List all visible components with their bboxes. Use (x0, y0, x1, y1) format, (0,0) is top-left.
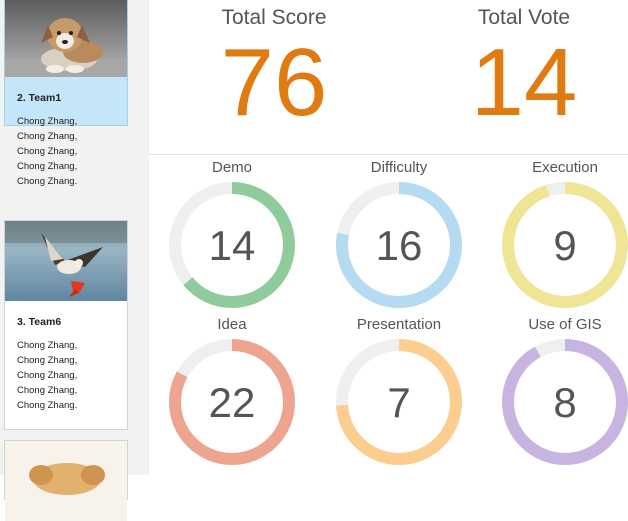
team-card[interactable] (4, 440, 128, 521)
gauge-value: 9 (553, 222, 576, 269)
team-members: Chong Zhang, Chong Zhang, Chong Zhang, C… (17, 114, 127, 189)
team-member: Chong Zhang. (17, 176, 78, 187)
team-member: Chong Zhang. (17, 400, 78, 411)
total-vote: Total Vote 14 (424, 5, 624, 131)
team-member: Chong Zhang, (17, 131, 78, 142)
gauge-ring: 22 (169, 339, 295, 465)
team-name: 2. Team1 (17, 92, 62, 104)
gauge-ring: 9 (502, 182, 628, 308)
total-vote-value: 14 (470, 29, 578, 136)
total-score-label: Total Score (221, 6, 327, 29)
team-photo-osprey (5, 221, 127, 301)
total-vote-label: Total Vote (477, 6, 571, 29)
total-score: Total Score 76 (174, 5, 374, 131)
team-card[interactable]: 2. Team1 Chong Zhang, Chong Zhang, Chong… (4, 0, 128, 187)
gauge-label: Difficulty (370, 159, 428, 176)
gauge-use-of-gis: Use of GIS 8 (495, 316, 628, 467)
gauge-value: 7 (387, 379, 410, 426)
gauge-label: Idea (217, 316, 247, 333)
team-member: Chong Zhang, (17, 355, 78, 366)
team-member: Chong Zhang, (17, 385, 78, 396)
team-member: Chong Zhang, (17, 161, 78, 172)
team-sidebar: 2. Team1 Chong Zhang, Chong Zhang, Chong… (0, 0, 149, 521)
gauge-value: 8 (553, 379, 576, 426)
gauge-ring: 14 (169, 182, 295, 308)
gauge-label: Presentation (356, 316, 442, 333)
team-members: Chong Zhang, Chong Zhang, Chong Zhang, C… (17, 338, 127, 413)
team-member: Chong Zhang, (17, 340, 78, 351)
team-member: Chong Zhang, (17, 116, 78, 127)
team-name: 3. Team6 (17, 316, 62, 328)
gauge-label: Execution (532, 159, 598, 176)
gauge-ring: 8 (502, 339, 628, 465)
gauge-value: 16 (376, 222, 423, 269)
gauge-value: 14 (209, 222, 256, 269)
team-member: Chong Zhang, (17, 146, 78, 157)
gauge-label: Demo (211, 159, 252, 176)
gauge-difficulty: Difficulty 16 (329, 159, 469, 310)
gauge-ring: 7 (336, 339, 462, 465)
team-photo-dog (5, 441, 127, 521)
gauge-presentation: Presentation 7 (329, 316, 469, 467)
gauge-demo: Demo 14 (162, 159, 302, 310)
team-photo-puppy (5, 0, 127, 77)
gauge-value: 22 (209, 379, 256, 426)
team-member: Chong Zhang, (17, 370, 78, 381)
section-divider (149, 154, 628, 155)
team-card[interactable]: 3. Team6 Chong Zhang, Chong Zhang, Chong… (4, 220, 128, 430)
gauge-label: Use of GIS (528, 316, 602, 333)
gauge-idea: Idea 22 (162, 316, 302, 467)
gauge-ring: 16 (336, 182, 462, 308)
gauge-execution: Execution 9 (495, 159, 628, 310)
total-score-value: 76 (220, 29, 328, 136)
